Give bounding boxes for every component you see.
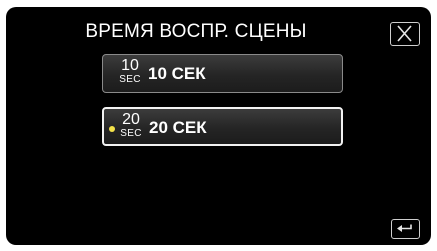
- back-button[interactable]: [391, 219, 420, 239]
- page-title: ВРЕМЯ ВОСПР. СЦЕНЫ: [85, 21, 307, 42]
- option-20-sec-button[interactable]: 20 SEC 20 СЕК: [102, 107, 343, 146]
- close-icon: [397, 25, 412, 42]
- option-label: 20 СЕК: [149, 118, 207, 137]
- option-10-sec-button[interactable]: 10 SEC 10 СЕК: [102, 54, 343, 93]
- 20-sec-icon: 20 SEC: [120, 111, 142, 140]
- back-arrow-icon: [397, 224, 412, 232]
- option-label: 10 СЕК: [148, 64, 206, 83]
- camera-menu-screen: ВРЕМЯ ВОСПР. СЦЕНЫ 10 SEC 10 СЕК 20 SEC …: [6, 7, 431, 245]
- selected-dot-icon: [109, 126, 115, 132]
- close-button[interactable]: [390, 22, 420, 46]
- 10-sec-icon: 10 SEC: [119, 57, 141, 86]
